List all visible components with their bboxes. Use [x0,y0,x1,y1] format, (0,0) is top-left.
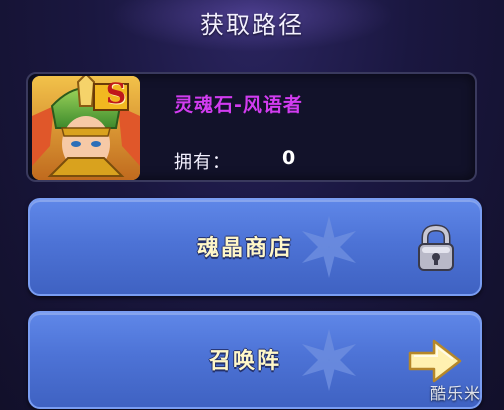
rank-badge: S [105,77,127,110]
route-label-summon: 召唤阵 [208,349,281,374]
arrow-right-icon [408,339,462,383]
item-card: S 灵魂石-风语者 拥有： 0 [26,72,477,182]
soul-crystal-shop-button[interactable]: 魂晶商店 [28,198,482,296]
watermark: 酷乐米 [430,384,482,403]
summon-circle-button[interactable]: 召唤阵 [28,311,482,409]
owned-count: 0 [282,147,296,169]
item-name: 灵魂石-风语者 [174,94,303,116]
panel-title: 获取路径 [200,11,304,39]
route-label-shop: 魂晶商店 [196,236,293,261]
hero-portrait-icon: S [32,76,140,180]
lock-icon [418,224,454,271]
owned-label: 拥有： [174,152,231,173]
acquire-path-panel: 获取路径 S 灵魂石-风语者 拥有： 0 魂晶商店 召唤阵 酷乐米 [0,0,504,410]
